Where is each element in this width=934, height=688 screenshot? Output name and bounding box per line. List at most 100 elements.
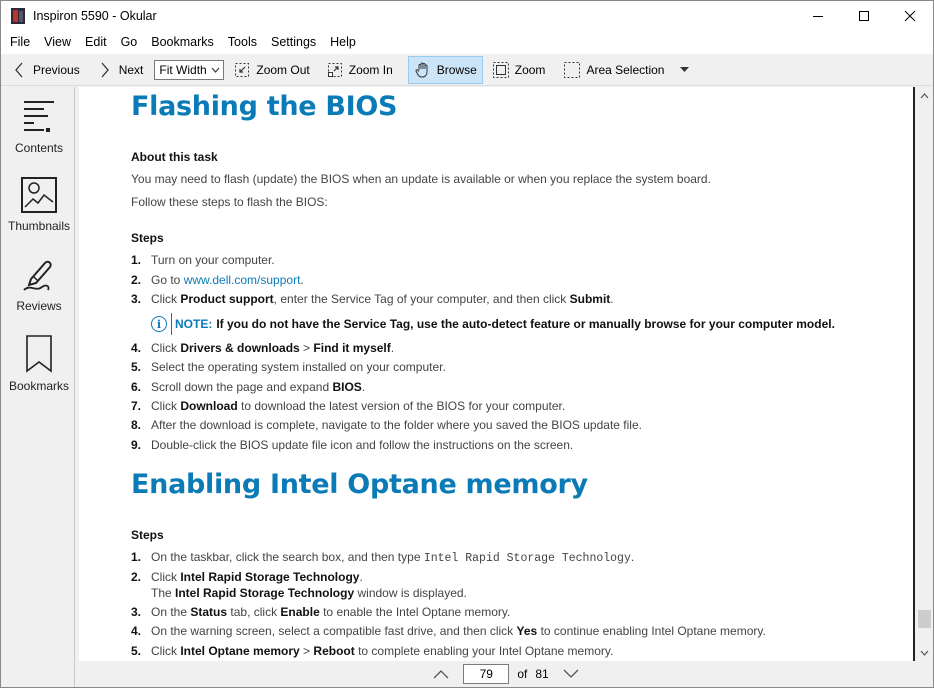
area-selection-icon [563, 61, 581, 79]
close-icon [904, 10, 916, 22]
sidebar-item-bookmarks[interactable]: Bookmarks [3, 335, 75, 393]
chevron-up-icon [433, 670, 449, 679]
menu-go[interactable]: Go [114, 31, 145, 54]
zoom-mode-select[interactable]: Fit Width [154, 59, 225, 80]
step-item: 3. On the Status tab, click Enable to ena… [131, 605, 510, 619]
page-of-label: of [517, 667, 528, 681]
sidebar-item-thumbnails[interactable]: Thumbnails [3, 177, 75, 233]
close-button[interactable] [887, 1, 933, 31]
support-link[interactable]: www.dell.com/support [184, 273, 301, 287]
menu-settings[interactable]: Settings [264, 31, 323, 54]
step-item: 4. On the warning screen, select a compat… [131, 624, 766, 638]
maximize-button[interactable] [841, 1, 887, 31]
step-number: 3. [131, 292, 142, 306]
scroll-up-button[interactable] [916, 87, 933, 104]
browse-tool-button[interactable]: Browse [407, 55, 483, 84]
info-icon: i [151, 316, 167, 332]
step-item: 7. Click Download to download the latest … [131, 399, 565, 413]
zoom-out-icon [233, 61, 251, 79]
okular-window: Inspiron 5590 - Okular File View Edit Go… [0, 0, 934, 688]
step-item: 4. Click Drivers & downloads > Find it my… [131, 341, 394, 355]
step-number: 3. [131, 605, 142, 619]
step-item: 6. Scroll down the page and expand BIOS. [131, 380, 365, 394]
next-page-button[interactable] [559, 664, 583, 684]
step-item: 1. On the taskbar, click the search box, … [131, 550, 634, 565]
step-item: 8. After the download is complete, naviga… [131, 418, 642, 432]
step-number: 2. [131, 570, 142, 584]
menu-file[interactable]: File [3, 31, 37, 54]
area-selection-button[interactable]: Area Selection [558, 56, 669, 84]
step-number: 9. [131, 438, 142, 452]
bold-term: BIOS [332, 380, 362, 394]
menu-edit[interactable]: Edit [78, 31, 114, 54]
step-item: 5. Select the operating system installed … [131, 360, 446, 374]
document-view[interactable]: Flashing the BIOS About this task You ma… [79, 87, 915, 661]
bold-term: Intel Optane memory [180, 644, 300, 658]
step-number: 1. [131, 253, 142, 267]
step-text: Scroll down the page and expand BIOS. [151, 380, 366, 394]
menu-bar: File View Edit Go Bookmarks Tools Settin… [1, 31, 933, 54]
main-toolbar: Previous Next Fit Width Zoom Out Zoom In [1, 54, 933, 86]
next-button[interactable]: Next [91, 56, 149, 84]
bold-term: Intel Rapid Storage Technology [180, 570, 360, 584]
bold-term: Yes [516, 624, 538, 638]
minimize-button[interactable] [795, 1, 841, 31]
scroll-down-button[interactable] [916, 644, 933, 661]
step-number: 8. [131, 418, 142, 432]
zoom-in-button[interactable]: Zoom In [321, 56, 398, 84]
vertical-scrollbar[interactable] [916, 87, 933, 661]
chevron-down-icon [211, 67, 220, 73]
sidebar-label-bookmarks: Bookmarks [8, 379, 70, 393]
bold-term: Drivers & downloads [180, 341, 300, 355]
section-title-flashing-bios: Flashing the BIOS [131, 91, 398, 122]
menu-view[interactable]: View [37, 31, 78, 54]
hand-icon [414, 61, 432, 79]
previous-button[interactable]: Previous [5, 56, 85, 84]
bold-term: Status [190, 605, 228, 619]
about-task-text: You may need to flash (update) the BIOS … [131, 172, 711, 186]
step-text: Go to www.dell.com/support. [151, 273, 304, 287]
follow-steps-text: Follow these steps to flash the BIOS: [131, 195, 328, 209]
bold-term: Reboot [313, 644, 355, 658]
sidebar-label-thumbnails: Thumbnails [7, 219, 71, 233]
area-selection-label: Area Selection [586, 62, 665, 77]
chevron-right-icon [96, 61, 114, 79]
menu-bookmarks[interactable]: Bookmarks [144, 31, 221, 54]
bold-term: Product support [180, 292, 274, 306]
step-item: 3. Click Product support, enter the Servi… [131, 292, 614, 306]
sidebar: Contents Thumbnails Reviews Bookmarks [3, 87, 75, 687]
tool-dropdown-button[interactable] [675, 56, 694, 84]
menu-tools[interactable]: Tools [221, 31, 264, 54]
bold-term: Find it myself [313, 341, 391, 355]
sidebar-label-contents: Contents [14, 141, 64, 155]
note-text: If you do not have the Service Tag, use … [216, 317, 835, 331]
zoom-tool-button[interactable]: Zoom [487, 56, 551, 84]
step-text: Double-click the BIOS update file icon a… [151, 438, 574, 452]
sidebar-item-reviews[interactable]: Reviews [3, 257, 75, 313]
bold-term: Enable [280, 605, 320, 619]
step-number: 4. [131, 624, 142, 638]
previous-label: Previous [33, 62, 80, 77]
step-text: Select the operating system installed on… [151, 360, 446, 374]
step-text: On the warning screen, select a compatib… [151, 624, 766, 638]
scrollbar-thumb[interactable] [918, 610, 931, 629]
step-number: 5. [131, 360, 142, 374]
step-text: Click Drivers & downloads > Find it myse… [151, 341, 395, 355]
step-number: 2. [131, 273, 142, 287]
zoom-out-label: Zoom Out [256, 62, 310, 77]
step-text: After the download is complete, navigate… [151, 418, 642, 432]
step-number: 1. [131, 550, 142, 564]
step-continuation: The Intel Rapid Storage Technology windo… [151, 586, 467, 600]
sidebar-item-contents[interactable]: Contents [3, 99, 75, 155]
zoom-in-label: Zoom In [348, 62, 393, 77]
previous-page-button[interactable] [429, 664, 453, 684]
zoom-mode-value: Fit Width [159, 62, 207, 77]
chevron-up-icon [920, 92, 929, 98]
zoom-out-button[interactable]: Zoom Out [228, 56, 314, 84]
chevron-down-icon [563, 669, 579, 678]
browse-label: Browse [436, 62, 477, 77]
okular-app-icon [11, 8, 25, 24]
bold-term: Submit [569, 292, 611, 306]
page-number-input[interactable]: 79 [463, 664, 510, 684]
menu-help[interactable]: Help [323, 31, 363, 54]
